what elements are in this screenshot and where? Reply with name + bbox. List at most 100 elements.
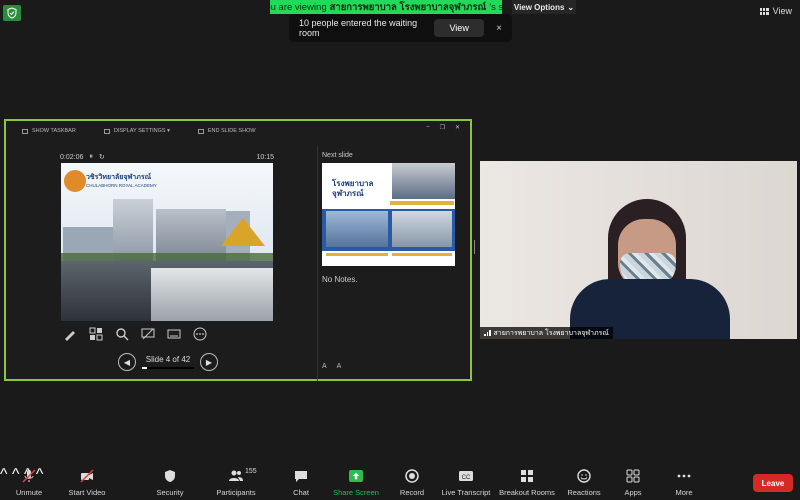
- record-icon: [405, 469, 419, 483]
- display-settings-button[interactable]: DISPLAY SETTINGS ▾: [103, 128, 170, 134]
- presenter-toolbar: SHOW TASKBAR DISPLAY SETTINGS ▾ END SLID…: [6, 121, 470, 141]
- presenter-tools: [61, 327, 209, 341]
- unmute-button[interactable]: Unmute: [12, 466, 46, 500]
- building-image: [113, 199, 153, 261]
- more-label: More: [675, 488, 693, 497]
- next-slide-caption-bar: [392, 253, 452, 256]
- slide-counter-text: Slide 4 of 42: [145, 355, 191, 364]
- participant-name-tag: สายการพยาบาล โรงพยาบาลจุฬาภรณ์: [480, 327, 613, 339]
- live-transcript-label: Live Transcript: [441, 488, 491, 497]
- subtitles-icon: [167, 329, 181, 339]
- speaker-notes: No Notes.: [322, 275, 358, 284]
- security-button[interactable]: Security: [154, 466, 186, 500]
- slide-progress-track: [142, 367, 194, 369]
- black-screen-button[interactable]: [139, 327, 157, 341]
- pause-icon[interactable]: ⏸: [89, 153, 93, 161]
- academy-logo: [64, 170, 86, 192]
- next-slide-preview[interactable]: โรงพยาบาล จุฬาภรณ์: [322, 163, 455, 266]
- more-button[interactable]: More: [673, 466, 695, 500]
- next-slide-caption-bar: [390, 201, 454, 205]
- next-slide-button[interactable]: ▶: [200, 353, 218, 371]
- sharing-shield-icon[interactable]: [3, 5, 21, 21]
- magnifier-icon: [116, 328, 129, 341]
- elapsed-time: 0:02:06: [60, 153, 84, 161]
- next-slide-photo: [326, 211, 388, 247]
- presenter-name: สายการพยาบาล โรงพยาบาลจุฬาภรณ์: [329, 1, 487, 13]
- participants-count: 155: [245, 468, 257, 475]
- start-video-button[interactable]: Start Video: [66, 466, 108, 500]
- chat-bubble-icon: [295, 471, 307, 482]
- slide-progress-fill: [142, 367, 147, 369]
- subtitles-button[interactable]: [165, 327, 183, 341]
- arrow-left-icon: ◀: [123, 357, 131, 367]
- see-all-slides-button[interactable]: [87, 327, 105, 341]
- apps-button[interactable]: Apps: [622, 466, 644, 500]
- split-handle[interactable]: [474, 240, 477, 254]
- zoom-slide-button[interactable]: [113, 327, 131, 341]
- chevron-down-icon: ⌄: [567, 2, 575, 12]
- chat-button[interactable]: Chat: [290, 466, 312, 500]
- participants-icon: [229, 470, 243, 481]
- waiting-room-notification: 10 people entered the waiting room View …: [289, 14, 512, 42]
- breakout-rooms-button[interactable]: Breakout Rooms: [499, 466, 555, 500]
- presenter-screen-icon: [141, 328, 155, 340]
- audio-options-chevron-icon[interactable]: ^: [0, 466, 8, 483]
- reactions-button[interactable]: Reactions: [567, 466, 601, 500]
- window-controls: – ❐ ✕: [426, 124, 460, 131]
- show-taskbar-label: SHOW TASKBAR: [32, 128, 76, 134]
- increase-font-button[interactable]: A: [322, 363, 327, 370]
- breakout-rooms-label: Breakout Rooms: [499, 488, 555, 497]
- grid-slides-icon: [89, 327, 103, 341]
- viewing-prefix: You are viewing: [270, 1, 327, 13]
- waiting-room-view-button[interactable]: View: [434, 19, 485, 37]
- end-slide-show-label: END SLIDE SHOW: [207, 128, 256, 134]
- start-video-label: Start Video: [68, 488, 106, 497]
- pen-tool-button[interactable]: [61, 327, 79, 341]
- live-transcript-button[interactable]: CC Live Transcript: [441, 466, 491, 500]
- next-slide-photo: [392, 163, 455, 199]
- previous-slide-button[interactable]: ◀: [118, 353, 136, 371]
- current-clock: 10:15: [256, 153, 274, 161]
- chat-label: Chat: [293, 488, 309, 497]
- grid-view-icon: [759, 7, 769, 15]
- view-options-label: View Options: [513, 2, 565, 12]
- view-options-button[interactable]: View Options ⌄: [512, 0, 576, 14]
- show-taskbar-button[interactable]: SHOW TASKBAR: [22, 128, 76, 134]
- decrease-font-button[interactable]: A: [337, 363, 342, 370]
- slide-navigation: ◀ Slide 4 of 42 ▶: [118, 353, 218, 371]
- record-button[interactable]: Record: [398, 466, 426, 500]
- more-options-button[interactable]: [191, 327, 209, 341]
- next-slide-title-line2: จุฬาภรณ์: [332, 189, 364, 198]
- record-label: Record: [399, 488, 425, 497]
- participant-name: สายการพยาบาล โรงพยาบาลจุฬาภรณ์: [493, 329, 609, 337]
- slide-title: วชิรวิทยาลัยจุฬาภรณ์: [86, 174, 152, 181]
- current-slide: วชิรวิทยาลัยจุฬาภรณ์ CHULABHORN ROYAL AC…: [61, 163, 273, 321]
- taskbar-icon: [22, 128, 28, 134]
- close-icon[interactable]: ×: [496, 23, 502, 34]
- participant-video-tile[interactable]: สายการพยาบาล โรงพยาบาลจุฬาภรณ์: [480, 161, 797, 339]
- restart-icon[interactable]: ↻: [99, 153, 105, 161]
- close-window-icon[interactable]: ✕: [455, 124, 460, 131]
- slide-subtitle: CHULABHORN ROYAL ACADEMY: [86, 183, 157, 188]
- ellipsis-icon: [677, 474, 691, 478]
- shared-screen[interactable]: SHOW TASKBAR DISPLAY SETTINGS ▾ END SLID…: [4, 119, 472, 381]
- zoom-meeting-window: 🔈 You are viewing สายการพยาบาล โรงพยาบาล…: [0, 0, 800, 500]
- share-screen-label: Share Screen: [333, 488, 379, 497]
- display-icon: [103, 128, 110, 134]
- participants-label: Participants: [216, 488, 256, 497]
- view-button[interactable]: View: [759, 6, 792, 16]
- security-label: Security: [156, 488, 184, 497]
- pen-icon: [65, 331, 75, 341]
- leave-button[interactable]: Leave: [753, 474, 793, 492]
- signal-bars-icon: [484, 330, 491, 336]
- pane-divider: [317, 146, 318, 381]
- next-slide-caption-bar: [326, 253, 388, 256]
- end-show-icon: [197, 128, 204, 134]
- restore-icon[interactable]: ❐: [440, 124, 445, 131]
- minimize-icon[interactable]: –: [426, 124, 429, 131]
- display-settings-label: DISPLAY SETTINGS ▾: [113, 128, 170, 134]
- timer-row: 0:02:06 ⏸ ↻ 10:15: [60, 152, 274, 162]
- next-slide-photo: [392, 211, 452, 247]
- share-screen-button[interactable]: Share Screen: [333, 466, 379, 500]
- end-slide-show-button[interactable]: END SLIDE SHOW: [197, 128, 256, 134]
